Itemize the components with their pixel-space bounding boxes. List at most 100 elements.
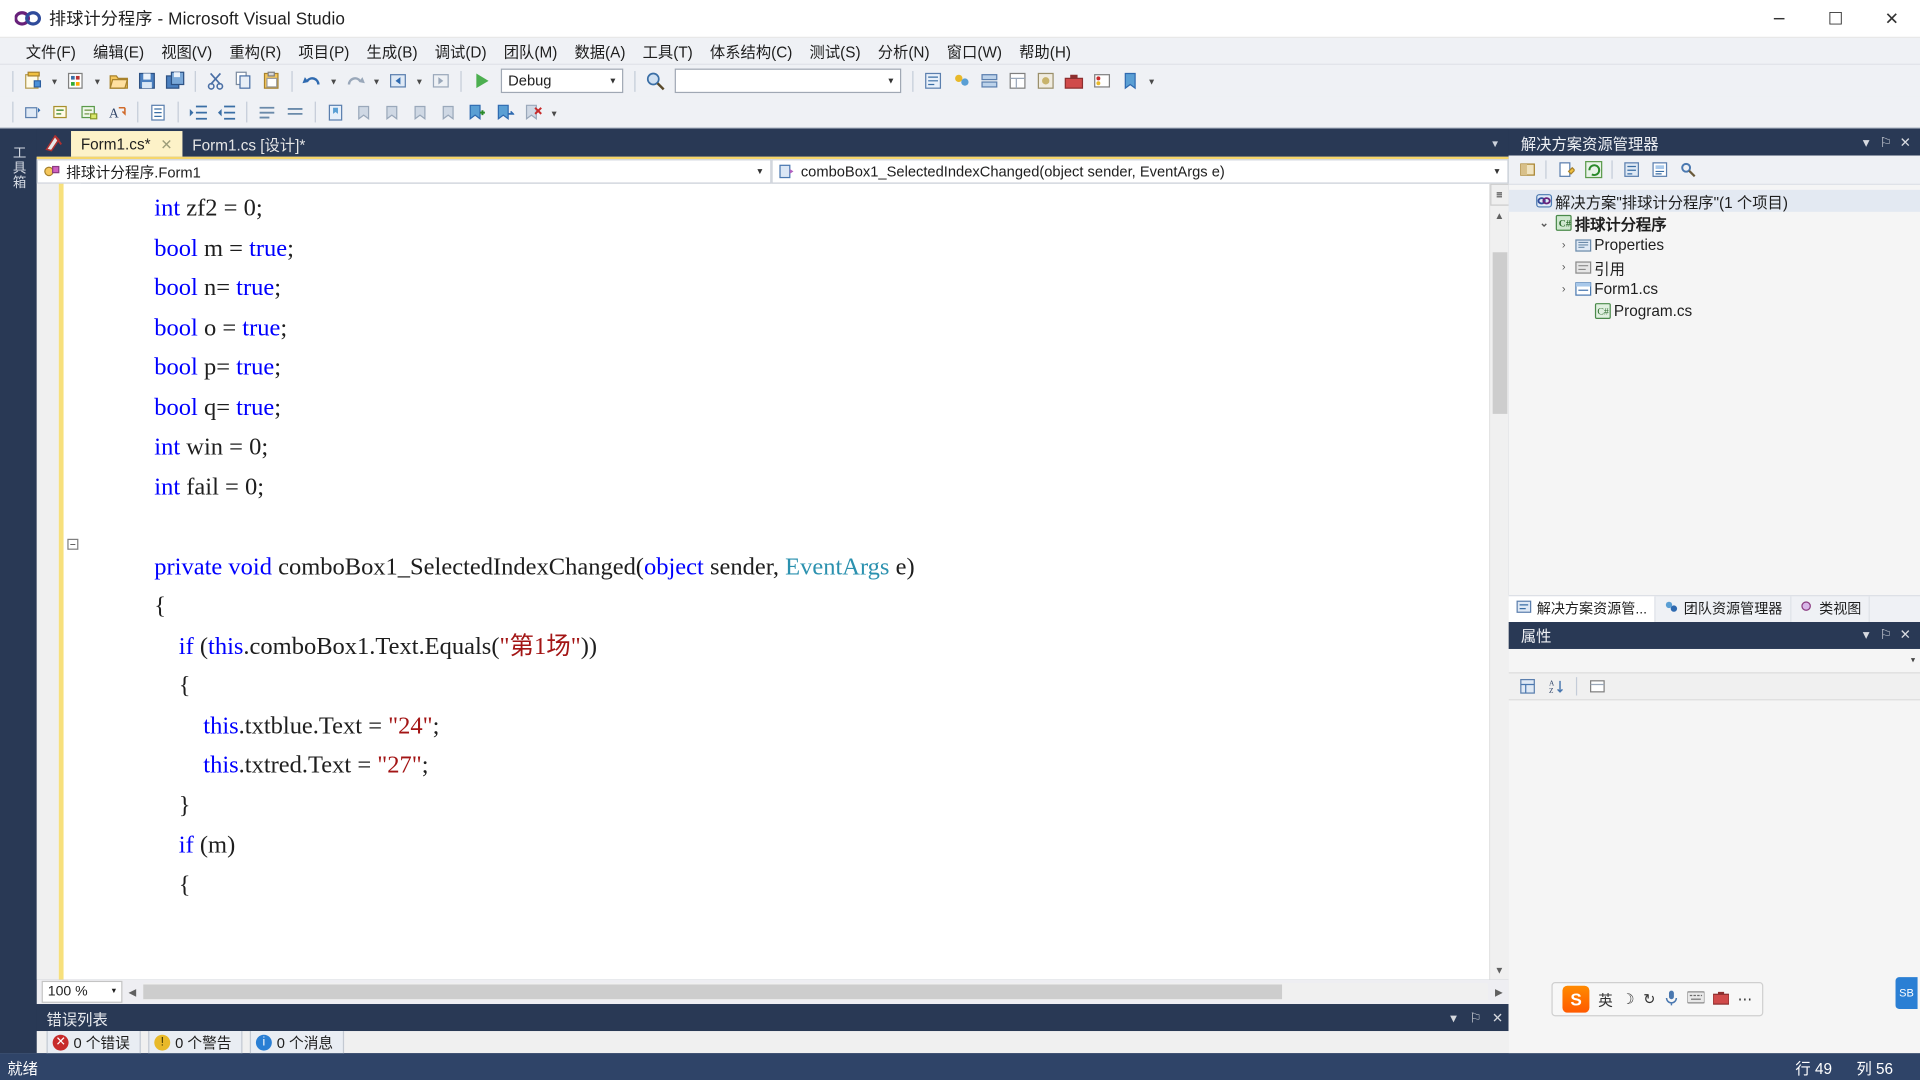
tree-item[interactable]: › 引用: [1509, 256, 1920, 278]
scroll-down-icon[interactable]: ▼: [1490, 960, 1509, 980]
chevron-down-icon[interactable]: ⌄: [1536, 216, 1553, 229]
refresh-icon[interactable]: [1580, 157, 1607, 181]
menu-item-test[interactable]: 测试(S): [801, 37, 869, 65]
navigate-backward-icon[interactable]: [384, 67, 411, 94]
menu-item-tools[interactable]: 工具(T): [634, 37, 701, 65]
chevron-down-icon[interactable]: ▾: [1442, 1010, 1464, 1026]
horizontal-scrollbar-thumb[interactable]: [143, 984, 1283, 1000]
move-bookmark-icon[interactable]: [491, 99, 518, 126]
save-all-icon[interactable]: [162, 67, 189, 94]
display-class-view-icon[interactable]: [20, 99, 47, 126]
team-explorer-icon[interactable]: [948, 67, 975, 94]
vertical-scrollbar[interactable]: ≡ ▲ ▼: [1488, 183, 1509, 980]
redo-icon[interactable]: [342, 67, 369, 94]
undo-icon[interactable]: [299, 67, 326, 94]
close-icon[interactable]: ✕: [1896, 134, 1916, 150]
toolbar-overflow-icon[interactable]: ▼: [1145, 67, 1158, 94]
menu-item-data[interactable]: 数据(A): [566, 37, 634, 65]
toolbar-overflow-icon[interactable]: ▼: [547, 99, 560, 126]
chevron-down-icon[interactable]: ▾: [1856, 627, 1876, 643]
menu-item-window[interactable]: 窗口(W): [938, 37, 1010, 65]
toggle-word-wrap-icon[interactable]: A: [104, 99, 131, 126]
quick-find-input[interactable]: ▼: [674, 68, 902, 94]
sogou-ime-icon[interactable]: S: [1562, 985, 1590, 1013]
properties-object-combo[interactable]: ▾: [1508, 648, 1920, 673]
error-count-filter[interactable]: ✕ 0 个错误: [46, 1031, 141, 1054]
previous-bookmark-folder-icon[interactable]: [407, 99, 434, 126]
increase-indent-icon[interactable]: [185, 99, 212, 126]
navigate-forward-icon[interactable]: [427, 67, 454, 94]
tree-item[interactable]: › Form1.cs: [1509, 278, 1920, 300]
add-new-item-dropdown-icon[interactable]: ▼: [91, 67, 104, 94]
start-debug-icon[interactable]: [468, 67, 495, 94]
zoom-level-combo[interactable]: 100 % ▼: [41, 980, 123, 1003]
chevron-down-icon[interactable]: ▾: [1911, 655, 1915, 665]
categorized-view-icon[interactable]: [1513, 673, 1540, 697]
undo-dropdown-icon[interactable]: ▼: [327, 67, 340, 94]
solution-tree[interactable]: 解决方案"排球计分程序"(1 个项目) ⌄ C# 排球计分程序 › Properties ›…: [1508, 184, 1920, 595]
close-icon[interactable]: ✕: [1487, 1010, 1509, 1026]
sidebar-tag-icon[interactable]: SB: [1895, 977, 1918, 1009]
microphone-icon[interactable]: [1664, 989, 1679, 1010]
pin-icon[interactable]: ⚐: [1876, 627, 1896, 643]
next-bookmark-folder-icon[interactable]: [435, 99, 462, 126]
solution-configuration-combo[interactable]: Debug ▼: [500, 68, 624, 94]
chevron-right-icon[interactable]: ›: [1555, 261, 1572, 273]
properties-window-icon[interactable]: [1004, 67, 1031, 94]
close-icon[interactable]: ✕: [160, 135, 172, 152]
comment-block-icon[interactable]: [253, 99, 280, 126]
chevron-down-icon[interactable]: ▾: [1856, 134, 1876, 150]
tab-form1-designer[interactable]: Form1.cs [设计]*: [182, 131, 315, 157]
dock-tab-team-explorer[interactable]: 团队资源管理器: [1656, 595, 1791, 622]
menu-item-debug[interactable]: 调试(D): [426, 37, 495, 65]
open-file-icon[interactable]: [105, 67, 132, 94]
tree-item[interactable]: 解决方案"排球计分程序"(1 个项目): [1508, 189, 1920, 212]
add-new-item-icon[interactable]: [62, 67, 89, 94]
cut-icon[interactable]: [202, 67, 229, 94]
outlining-margin[interactable]: −: [63, 183, 81, 980]
clear-bookmarks-icon[interactable]: [519, 99, 546, 126]
toolbox-icon[interactable]: [1712, 990, 1730, 1008]
tree-item[interactable]: ⌄ C# 排球计分程序: [1509, 212, 1920, 234]
close-icon[interactable]: ✕: [1896, 627, 1916, 643]
toggle-bookmark-icon[interactable]: [322, 99, 349, 126]
split-view-handle[interactable]: ≡: [1489, 183, 1509, 206]
menu-item-build[interactable]: 生成(B): [358, 37, 426, 65]
collapse-all-icon[interactable]: [1618, 157, 1645, 181]
menu-item-help[interactable]: 帮助(H): [1011, 37, 1080, 65]
dock-tab-solution-explorer[interactable]: 解决方案资源管...: [1508, 595, 1656, 622]
find-scope-icon[interactable]: [642, 67, 669, 94]
uncomment-block-icon[interactable]: [282, 99, 309, 126]
keyboard-icon[interactable]: [1686, 991, 1706, 1008]
menu-item-architecture[interactable]: 体系结构(C): [701, 37, 801, 65]
active-files-icon[interactable]: [39, 129, 71, 157]
toolbox-icon[interactable]: [1060, 67, 1087, 94]
member-navigation-combo[interactable]: comboBox1_SelectedIndexChanged(object se…: [771, 159, 1509, 184]
scrollbar-track[interactable]: [1489, 225, 1509, 961]
menu-item-team[interactable]: 团队(M): [495, 37, 566, 65]
chevron-down-icon[interactable]: ▼: [110, 988, 117, 995]
save-icon[interactable]: [133, 67, 160, 94]
solution-explorer-icon[interactable]: [920, 67, 947, 94]
toolbox-vertical-tab[interactable]: 工具箱: [6, 138, 30, 197]
error-list-icon[interactable]: [1089, 67, 1116, 94]
next-bookmark-icon[interactable]: [378, 99, 405, 126]
navigate-backward-dropdown-icon[interactable]: ▼: [413, 67, 426, 94]
tree-item[interactable]: C# Program.cs: [1509, 300, 1920, 322]
copy-icon[interactable]: [230, 67, 257, 94]
tree-item[interactable]: › Properties: [1509, 234, 1920, 256]
pending-changes-icon[interactable]: [1551, 157, 1578, 181]
decrease-indent-icon[interactable]: [213, 99, 240, 126]
dock-tab-class-view[interactable]: 类视图: [1791, 595, 1870, 622]
more-options-icon[interactable]: ⋯: [1738, 991, 1753, 1008]
server-explorer-icon[interactable]: [976, 67, 1003, 94]
collapse-region-icon[interactable]: −: [67, 538, 79, 550]
chevron-down-icon[interactable]: ▼: [756, 168, 764, 177]
code-editor[interactable]: − int zf2 = 0; bool m = true; bool n= tr…: [36, 183, 1509, 980]
new-project-dropdown-icon[interactable]: ▼: [48, 67, 61, 94]
show-all-files-icon[interactable]: [1646, 157, 1673, 181]
comment-selection-icon[interactable]: [48, 99, 75, 126]
tab-form1-cs[interactable]: Form1.cs* ✕: [71, 131, 183, 157]
menu-item-project[interactable]: 项目(P): [290, 37, 358, 65]
menu-item-analyze[interactable]: 分析(N): [869, 37, 938, 65]
